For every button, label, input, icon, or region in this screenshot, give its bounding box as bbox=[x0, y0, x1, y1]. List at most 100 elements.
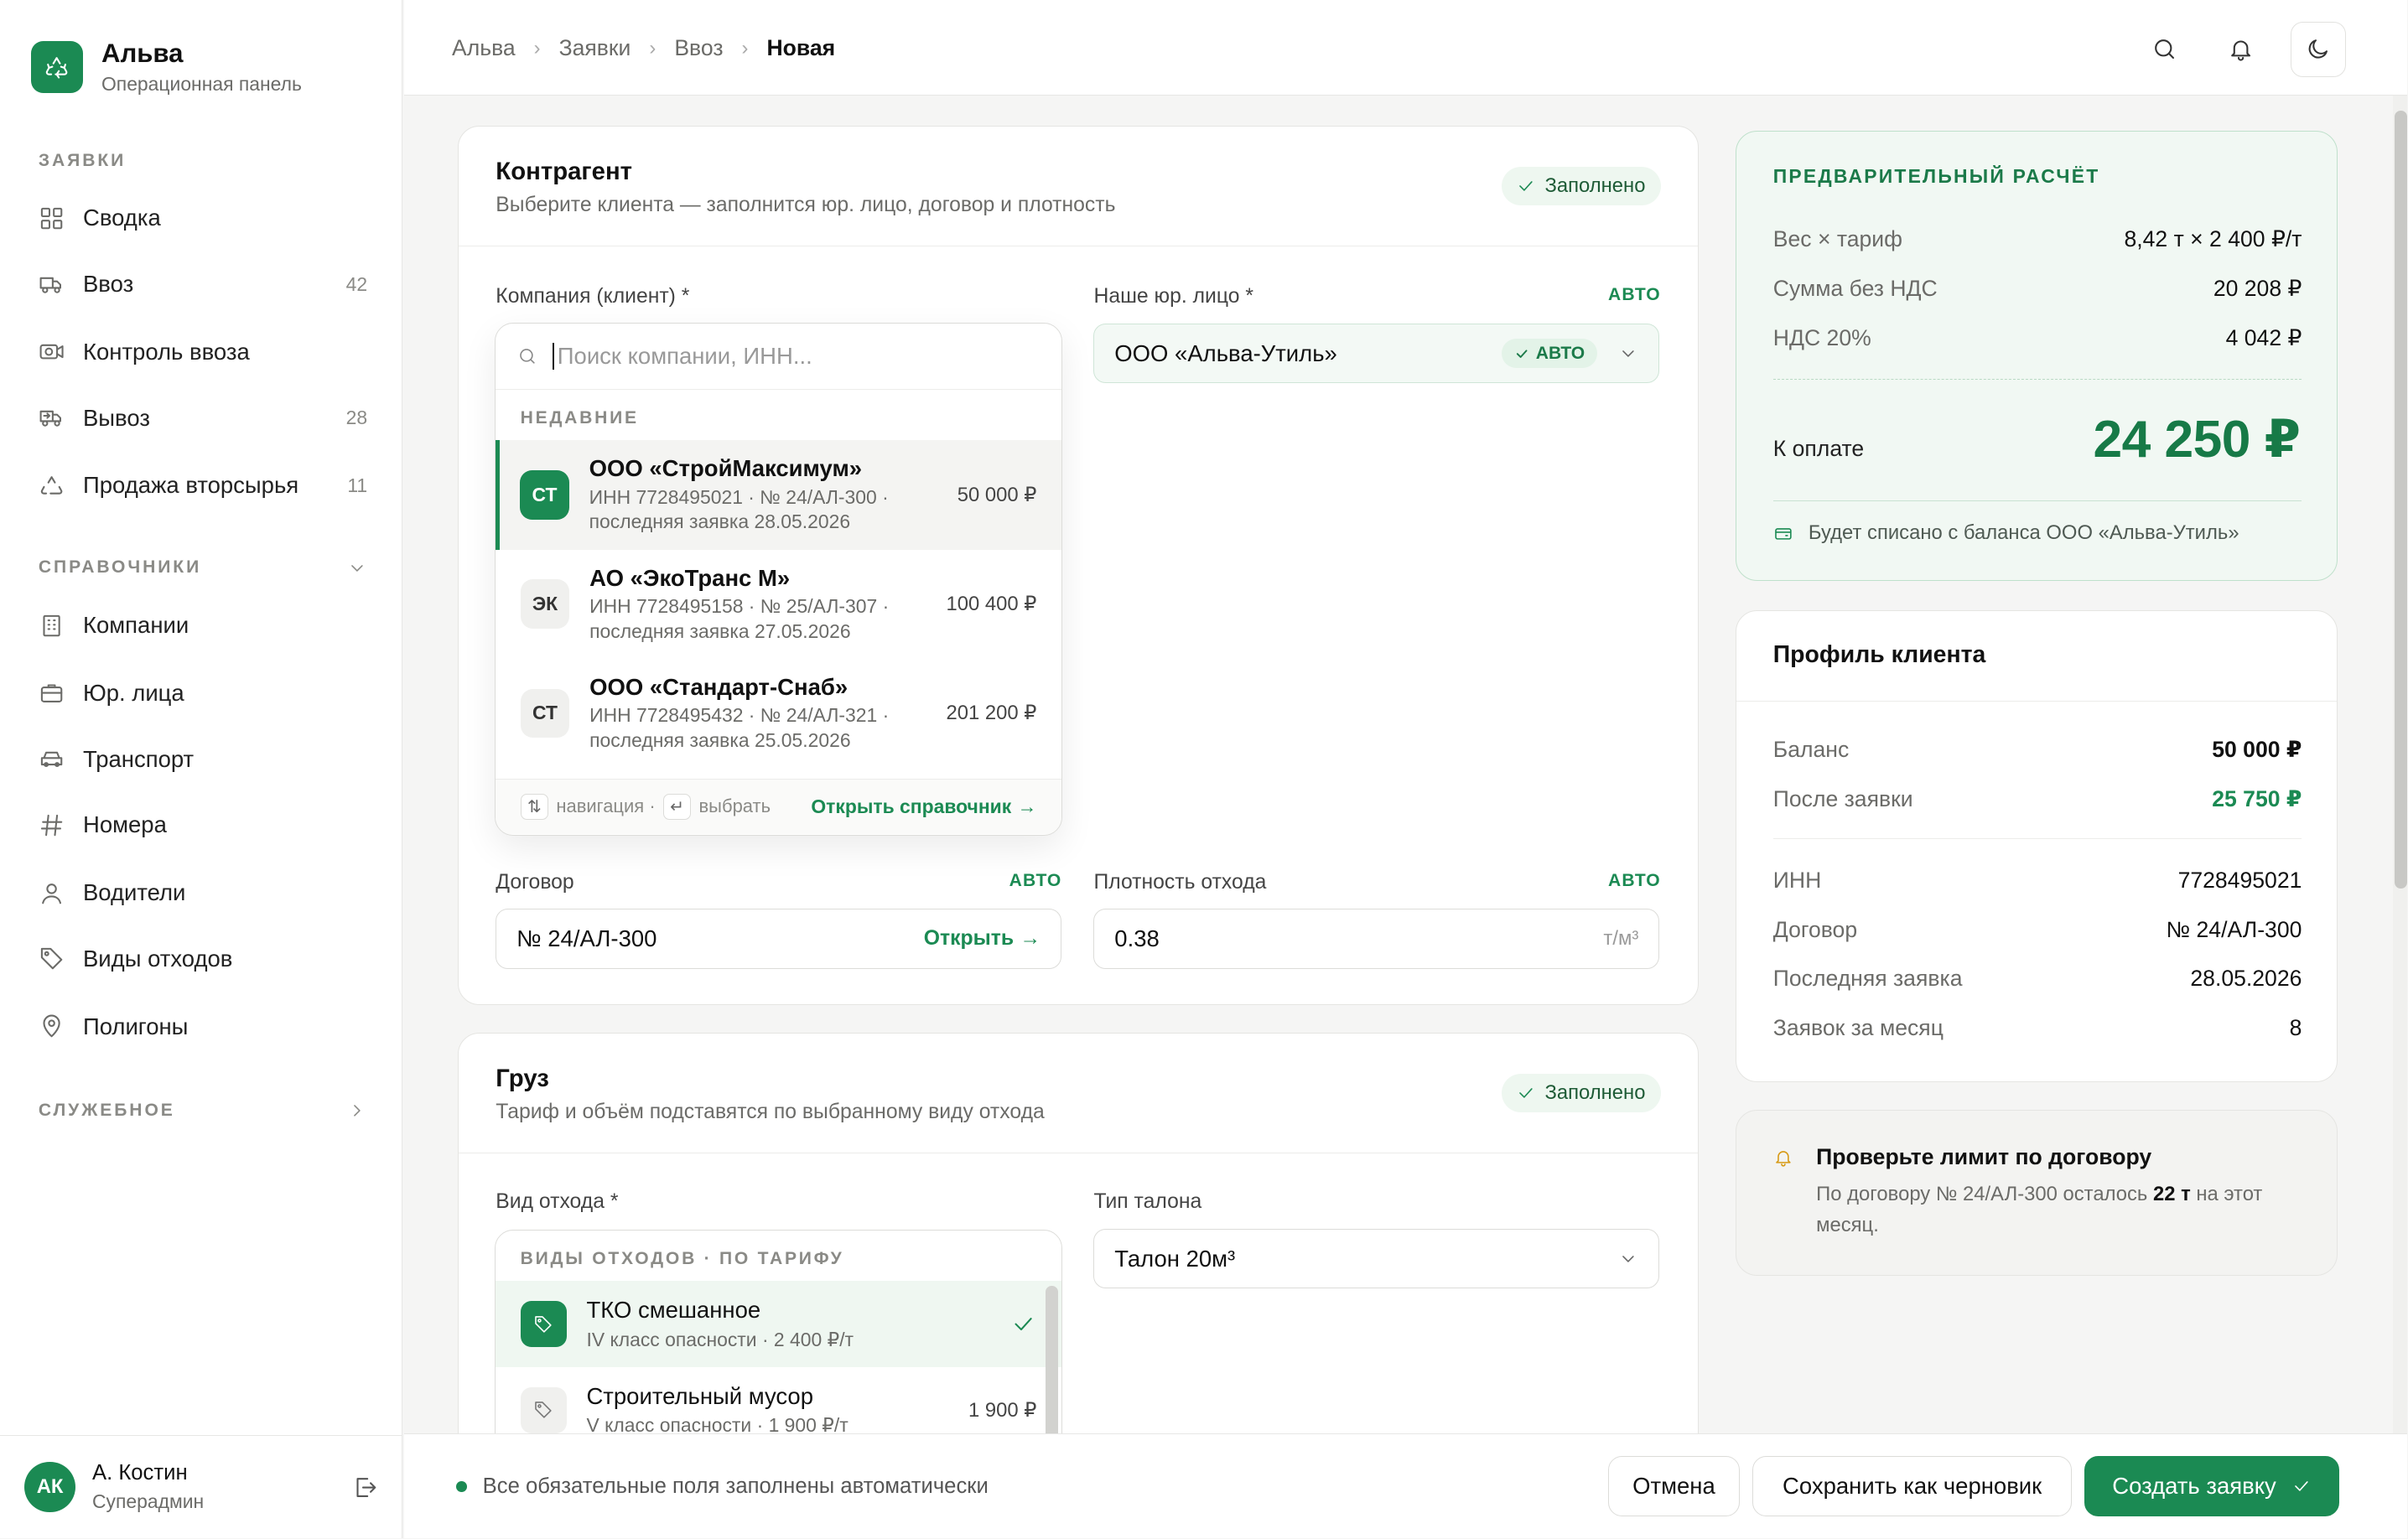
density-value: 0.38 bbox=[1114, 925, 1160, 952]
company-balance: 100 400 ₽ bbox=[946, 593, 1037, 616]
total-value: 24 250 ₽ bbox=[2093, 410, 2301, 469]
arrow-right-icon: → bbox=[1020, 927, 1041, 951]
sidebar: Альва Операционная панель ЗАЯВКИ Сводка … bbox=[0, 0, 403, 1539]
sidebar-item-recyclables-sale[interactable]: Продажа вторсырья 11 bbox=[39, 463, 367, 509]
map-pin-icon bbox=[39, 1013, 83, 1039]
company-meta: ИНН 7728495432 · № 24/АЛ-321 · последняя… bbox=[589, 704, 890, 751]
contract-value: № 24/АЛ-300 bbox=[516, 925, 657, 952]
sidebar-item-label: Номера bbox=[82, 811, 167, 838]
company-name: ООО «Стандарт-Снаб» bbox=[589, 673, 849, 700]
client-profile: Профиль клиента Баланс 50 000 ₽ После зая… bbox=[1735, 609, 2338, 1082]
company-avatar: СТ bbox=[520, 688, 570, 738]
company-search[interactable] bbox=[496, 324, 1061, 390]
count-badge: 42 bbox=[345, 272, 368, 295]
company-name: АО «ЭкоТранс М» bbox=[589, 564, 791, 591]
status-dot bbox=[456, 1481, 468, 1493]
user-name: А. Костин bbox=[91, 1461, 188, 1485]
sidebar-item-summary[interactable]: Сводка bbox=[39, 195, 367, 241]
legal-entity-select[interactable]: ООО «Альва-Утиль» АВТО bbox=[1093, 323, 1660, 384]
enter-key-icon: ↵ bbox=[662, 793, 692, 820]
form-footer: Все обязательные поля заполнены автомати… bbox=[404, 1433, 2407, 1539]
car-icon bbox=[39, 746, 83, 772]
sidebar-item-companies[interactable]: Компании bbox=[39, 603, 367, 649]
open-contract-link[interactable]: Открыть → bbox=[924, 927, 1041, 951]
recent-section-label: НЕДАВНИЕ bbox=[520, 407, 639, 428]
check-icon bbox=[2291, 1476, 2312, 1496]
scrollbar-thumb[interactable] bbox=[1046, 1285, 1059, 1439]
avatar: АК bbox=[24, 1461, 75, 1513]
profile-row: ИНН 7728495021 bbox=[1772, 867, 2302, 893]
breadcrumb-item[interactable]: Альва bbox=[452, 35, 516, 61]
section-header-service[interactable]: СЛУЖЕБНОЕ bbox=[39, 1101, 367, 1121]
check-icon bbox=[1516, 1083, 1536, 1103]
sidebar-item-import-control[interactable]: Контроль ввоза bbox=[39, 329, 367, 375]
sidebar-item-waste-types[interactable]: Виды отходов bbox=[39, 935, 367, 982]
search-icon bbox=[517, 346, 553, 366]
company-meta: ИНН 7728495158 · № 25/АЛ-307 · последняя… bbox=[589, 595, 890, 642]
sidebar-item-label: Полигоны bbox=[82, 1013, 189, 1039]
ticket-type-select[interactable]: Талон 20м³ bbox=[1093, 1228, 1660, 1289]
waste-name: Строительный мусор bbox=[586, 1383, 814, 1409]
company-option[interactable]: СТ ООО «Стандарт-Снаб» ИНН 7728495432 · … bbox=[496, 659, 1061, 768]
sidebar-item-drivers[interactable]: Водители bbox=[39, 870, 367, 916]
card-title: Груз bbox=[496, 1064, 549, 1092]
create-request-button[interactable]: Создать заявку bbox=[2084, 1456, 2340, 1516]
tag-icon bbox=[520, 1386, 567, 1433]
waste-option[interactable]: ТКО смешанное IV класс опасности · 2 400… bbox=[496, 1281, 1061, 1367]
open-directory-link[interactable]: Открыть справочник → bbox=[811, 795, 1036, 818]
contract-field[interactable]: № 24/АЛ-300 Открыть → bbox=[496, 909, 1061, 969]
sidebar-item-numbers[interactable]: Номера bbox=[39, 802, 367, 848]
section-header-requests: ЗАЯВКИ bbox=[38, 150, 127, 170]
density-field[interactable]: 0.38 т/м³ bbox=[1093, 909, 1660, 969]
scrollbar-thumb[interactable] bbox=[2395, 110, 2407, 889]
brand[interactable]: Альва Операционная панель bbox=[30, 39, 302, 96]
sidebar-item-label: Продажа вторсырья bbox=[82, 472, 299, 499]
company-avatar: ЭК bbox=[520, 579, 570, 630]
check-icon bbox=[1010, 1311, 1036, 1337]
camera-icon bbox=[39, 339, 83, 365]
section-header-directories[interactable]: СПРАВОЧНИКИ bbox=[39, 557, 367, 578]
sidebar-item-label: Вывоз bbox=[82, 404, 150, 431]
company-search-input[interactable] bbox=[553, 342, 1015, 370]
arrow-right-icon: → bbox=[1017, 795, 1037, 817]
sidebar-item-import[interactable]: Ввоз 42 bbox=[39, 262, 367, 308]
preliminary-calculation: ПРЕДВАРИТЕЛЬНЫЙ РАСЧЁТ Вес × тариф 8,42 т… bbox=[1735, 130, 2338, 581]
logout-icon[interactable] bbox=[352, 1474, 378, 1500]
warning-title: Проверьте лимит по договору bbox=[1816, 1143, 2152, 1169]
total-label: К оплате bbox=[1772, 435, 1865, 461]
sidebar-item-export[interactable]: Вывоз 28 bbox=[39, 395, 367, 441]
arrows-key-icon: ⇅ bbox=[520, 793, 549, 820]
contract-label: Договор bbox=[496, 870, 574, 894]
user-panel[interactable]: АК А. Костин Суперадмин bbox=[0, 1435, 403, 1538]
density-label: Плотность отхода bbox=[1093, 870, 1267, 894]
cancel-button[interactable]: Отмена bbox=[1607, 1456, 1741, 1516]
auto-tag: АВТО bbox=[1608, 285, 1661, 305]
sidebar-item-legal-entities[interactable]: Юр. лица bbox=[39, 670, 367, 716]
company-option[interactable]: СТ ООО «СтройМаксимум» ИНН 7728495021 · … bbox=[496, 440, 1061, 550]
truck-out-icon bbox=[39, 405, 83, 431]
chevron-down-icon bbox=[1618, 1249, 1638, 1269]
status-badge: Заполнено bbox=[1502, 1073, 1661, 1112]
sidebar-item-landfills[interactable]: Полигоны bbox=[39, 1003, 367, 1049]
waste-type-dropdown: ВИДЫ ОТХОДОВ · ПО ТАРИФУ ТКО смешанное I… bbox=[495, 1229, 1062, 1460]
search-icon[interactable] bbox=[2136, 22, 2192, 77]
company-option[interactable]: ЭК АО «ЭкоТранс М» ИНН 7728495158 · № 25… bbox=[496, 550, 1061, 659]
calc-title: ПРЕДВАРИТЕЛЬНЫЙ РАСЧЁТ bbox=[1772, 165, 2100, 188]
bell-icon[interactable] bbox=[2213, 22, 2269, 77]
waste-section-label: ВИДЫ ОТХОДОВ · ПО ТАРИФУ bbox=[520, 1248, 844, 1268]
tag-icon bbox=[520, 1301, 567, 1348]
breadcrumb-item[interactable]: Ввоз bbox=[674, 35, 723, 61]
warning-text: По договору № 24/АЛ-300 осталось 22 т на… bbox=[1816, 1182, 2263, 1236]
auto-tag: АВТО bbox=[1009, 870, 1062, 890]
waste-price: 1 900 ₽ bbox=[968, 1398, 1037, 1422]
profile-row: Договор № 24/АЛ-300 bbox=[1772, 916, 2302, 942]
sidebar-item-transport[interactable]: Транспорт bbox=[39, 736, 367, 782]
save-draft-button[interactable]: Сохранить как черновик bbox=[1752, 1456, 2073, 1516]
moon-icon[interactable] bbox=[2290, 21, 2346, 77]
legal-entity-value: ООО «Альва-Утиль» bbox=[1114, 339, 1337, 366]
auto-tag: АВТО bbox=[1608, 870, 1661, 890]
breadcrumb-item[interactable]: Заявки bbox=[559, 35, 631, 61]
sidebar-item-label: Сводка bbox=[82, 205, 161, 231]
sidebar-item-label: Компании bbox=[82, 612, 189, 639]
sidebar-item-label: Контроль ввоза bbox=[82, 338, 250, 365]
